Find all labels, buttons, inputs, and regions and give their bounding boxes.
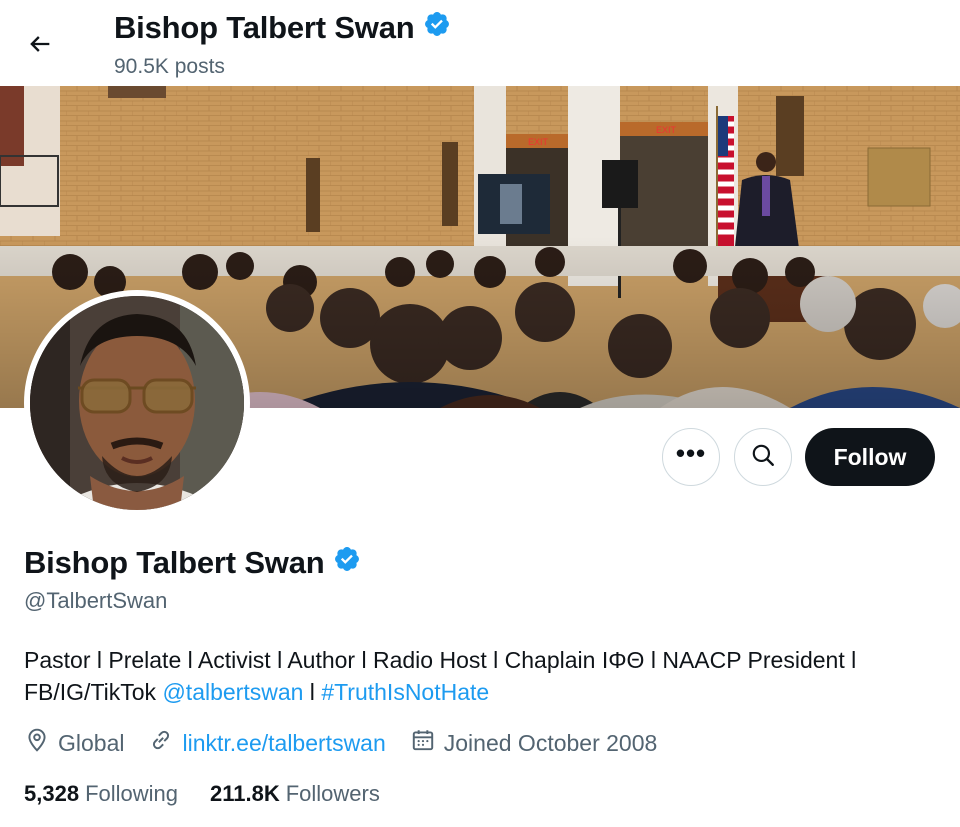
followers-label: Followers: [285, 781, 380, 806]
profile-meta: Global linktr.ee/talbertswan Joined Octo…: [24, 727, 681, 759]
exit-sign-left: EXIT: [528, 137, 549, 147]
bio-mention-link[interactable]: @talbertswan: [162, 679, 303, 705]
followers-stat[interactable]: 211.8K Followers: [210, 781, 380, 807]
search-icon: [750, 442, 776, 473]
exit-sign-right: EXIT: [656, 125, 677, 135]
follow-button[interactable]: Follow: [805, 428, 935, 486]
bio-line-1: Pastor l Prelate l Activist l Author l R…: [24, 647, 857, 673]
more-options-button[interactable]: •••: [662, 428, 720, 486]
arrow-left-icon: [26, 30, 54, 63]
location-item: Global: [24, 727, 124, 759]
verified-badge-icon[interactable]: [333, 545, 361, 581]
following-label: Following: [85, 781, 178, 806]
profile-header: Bishop Talbert Swan 90.5K posts: [0, 0, 960, 86]
header-title: Bishop Talbert Swan: [114, 10, 451, 46]
following-stat[interactable]: 5,328 Following: [24, 781, 178, 807]
location-text: Global: [58, 729, 125, 756]
bio-separator: l: [303, 679, 322, 705]
avatar[interactable]: [24, 290, 250, 516]
location-pin-icon: [24, 727, 50, 759]
bio-line-2-prefix: FB/IG/TikTok: [24, 679, 163, 705]
followers-count: 211.8K: [210, 781, 280, 806]
profile-bio: Pastor l Prelate l Activist l Author l R…: [24, 644, 944, 708]
follow-stats: 5,328 Following 211.8K Followers: [24, 781, 412, 807]
search-button[interactable]: [734, 428, 792, 486]
following-count: 5,328: [24, 781, 80, 806]
joined-item: Joined October 2008: [410, 727, 658, 759]
verified-badge-icon: [423, 10, 451, 46]
header-title-text: Bishop Talbert Swan: [114, 10, 415, 45]
website-item[interactable]: linktr.ee/talbertswan: [148, 727, 386, 759]
bio-hashtag-link[interactable]: #TruthIsNotHate: [321, 679, 489, 705]
calendar-icon: [410, 727, 436, 759]
link-icon: [148, 727, 174, 759]
profile-handle: @TalbertSwan: [24, 588, 168, 613]
website-link[interactable]: linktr.ee/talbertswan: [182, 730, 385, 757]
profile-name-text: Bishop Talbert Swan: [24, 545, 325, 580]
more-icon: •••: [675, 438, 707, 468]
back-button[interactable]: [20, 26, 60, 66]
joined-text: Joined October 2008: [443, 729, 658, 756]
profile-name: Bishop Talbert Swan: [24, 545, 361, 581]
post-count: 90.5K posts: [114, 55, 225, 78]
bio-line-2: FB/IG/TikTok @talbertswan l #TruthIsNotH…: [24, 676, 944, 708]
